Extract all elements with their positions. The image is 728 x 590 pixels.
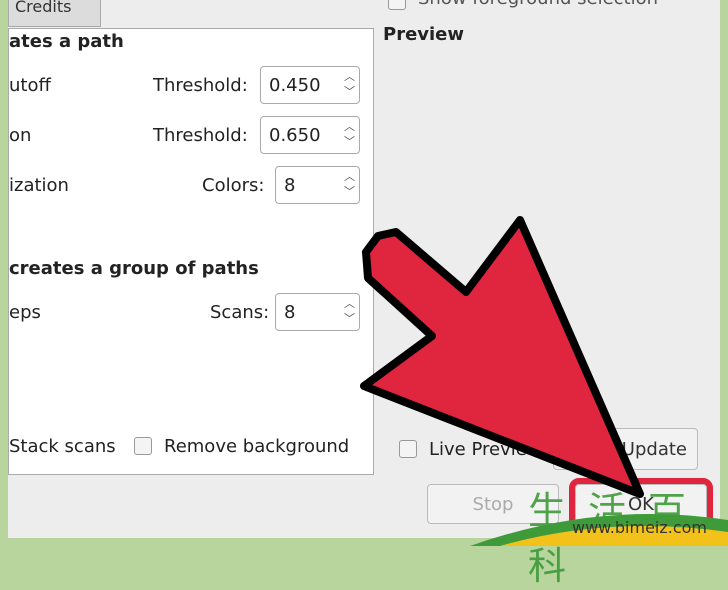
watermark-url: www.bimeiz.com bbox=[572, 518, 708, 537]
annotation-overlay bbox=[360, 216, 728, 546]
red-arrow-icon bbox=[360, 216, 644, 498]
